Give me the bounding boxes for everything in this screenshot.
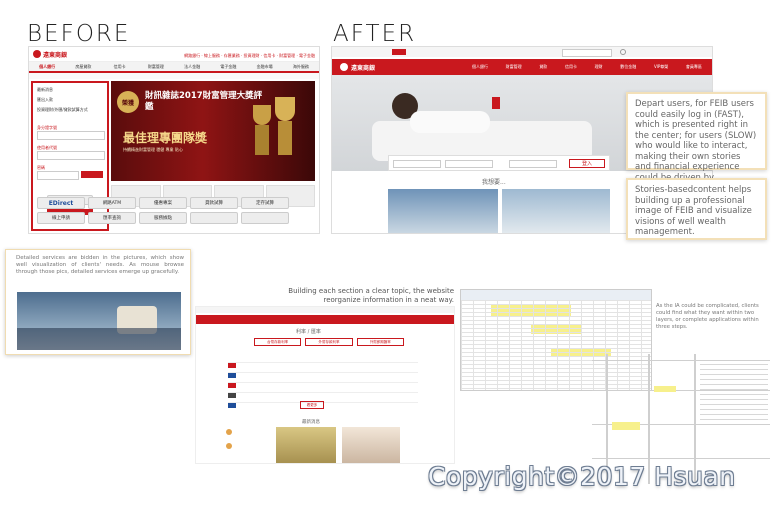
before-tab-2[interactable]: 信用卡 xyxy=(102,62,138,71)
before-logo-text: 遠東商銀 xyxy=(43,52,68,59)
rates-title: 利率 / 匯率 xyxy=(296,329,321,335)
shortcut-1[interactable]: 網路ATM xyxy=(88,197,136,209)
note-ia: As the IA could be complicated, clients … xyxy=(656,303,759,330)
table-row xyxy=(228,363,418,378)
rates-page-screenshot: 利率 / 匯率 台幣存款利率 外幣存款利率 外幣即期匯率 看更多 最新消息 xyxy=(195,306,455,464)
before-banner-sub: 持續精進財富管理 穩健 專業 貼心 xyxy=(123,147,183,152)
news-photo-bananas[interactable] xyxy=(276,427,336,463)
news-photo-family[interactable] xyxy=(342,427,400,463)
before-banner-title: 財訊雜誌2017財富管理大獎評鑑 xyxy=(145,91,263,112)
phone-shape xyxy=(492,97,500,109)
shortcut-0[interactable]: EDirect xyxy=(37,197,85,209)
services-overlay xyxy=(17,328,181,350)
after-nav-6[interactable]: VIP尊榮 xyxy=(654,59,668,75)
before-user-input[interactable] xyxy=(37,151,105,160)
before-tab-3[interactable]: 財富管理 xyxy=(138,62,174,71)
before-heading: BEFORE xyxy=(27,21,131,47)
note-clear-topic: Building each section a clear topic, the… xyxy=(288,287,454,304)
after-navbar: 遠東商銀 個人銀行 財富管理 貸款 信用卡 理財 數位金融 VIP尊榮 會員專區 xyxy=(332,59,712,75)
shortcut-8[interactable] xyxy=(190,212,238,224)
after-login-strip: 登入 xyxy=(388,155,610,171)
shortcut-4[interactable]: 定存試算 xyxy=(241,197,289,209)
shortcut-6[interactable]: 匯率查詢 xyxy=(88,212,136,224)
before-top-links[interactable]: 網路銀行 · 線上服務 · 存匯業務 · 投資理財 · 信用卡 · 財富管理 ·… xyxy=(119,53,315,58)
before-tab-4[interactable]: 法人金融 xyxy=(174,62,210,71)
table-row xyxy=(228,373,418,388)
rates-navbar xyxy=(196,315,454,324)
copyright-watermark: Copyright©2017 Hsuan xyxy=(428,462,736,491)
services-note-card: Detailed services are bidden in the pict… xyxy=(5,249,191,355)
after-logo-icon xyxy=(340,63,348,71)
before-login-item-2[interactable]: 投資理財/外匯/貸款試算方式 xyxy=(37,107,103,112)
after-section-title: 我想要... xyxy=(482,179,506,186)
before-banner-headline: 最佳理專團隊獎 xyxy=(123,131,208,145)
before-site-screenshot: 遠東商銀 網路銀行 · 線上服務 · 存匯業務 · 投資理財 · 信用卡 · 財… xyxy=(28,46,320,234)
note-stories: Stories-basedcontent helps building up a… xyxy=(626,178,767,240)
after-search-input[interactable] xyxy=(562,49,612,57)
table-row xyxy=(228,383,418,398)
before-password-label: 密碼 xyxy=(37,165,45,170)
shortcut-7[interactable]: 服務據點 xyxy=(139,212,187,224)
tree-leaf-list xyxy=(700,364,768,424)
after-login-button[interactable]: 登入 xyxy=(569,159,605,168)
after-nav-2[interactable]: 貸款 xyxy=(539,59,547,75)
after-nav-1[interactable]: 財富管理 xyxy=(506,59,522,75)
tree-highlight xyxy=(654,386,676,392)
shortcut-9[interactable] xyxy=(241,212,289,224)
award-badge: 榮獲 xyxy=(117,91,139,113)
before-captcha xyxy=(81,171,103,178)
before-login-item-0[interactable]: 最新消息 xyxy=(37,87,53,92)
shortcut-2[interactable]: 優惠專案 xyxy=(139,197,187,209)
story-photo-1[interactable] xyxy=(388,189,498,233)
before-login-item-1[interactable]: 匯出入款 xyxy=(37,97,53,102)
shortcut-5[interactable]: 線上申請 xyxy=(37,212,85,224)
news-dot xyxy=(226,443,232,449)
person-body xyxy=(410,111,490,133)
before-user-label: 使用者代號 xyxy=(37,145,57,150)
before-tab-5[interactable]: 電子金融 xyxy=(210,62,246,71)
note-depart-users: Depart users, for FEIB users could easil… xyxy=(626,92,767,193)
after-user-input[interactable] xyxy=(445,160,493,168)
before-tab-6[interactable]: 金融市場 xyxy=(247,62,283,71)
after-logo-text: 遠東商銀 xyxy=(351,65,376,72)
before-tab-1[interactable]: 房屋貸款 xyxy=(65,62,101,71)
before-id-input[interactable] xyxy=(37,131,105,140)
rates-tab-2[interactable]: 外幣即期匯率 xyxy=(356,338,404,346)
after-topbar-tab[interactable] xyxy=(392,49,406,55)
after-nav-5[interactable]: 數位金融 xyxy=(620,59,636,75)
before-banner[interactable]: 榮獲 財訊雜誌2017財富管理大獎評鑑 最佳理專團隊獎 持續精進財富管理 穩健 … xyxy=(111,81,315,181)
before-tab-7[interactable]: 海外服務 xyxy=(283,62,319,71)
rates-news-title: 最新消息 xyxy=(302,420,320,425)
after-heading: AFTER xyxy=(333,21,417,47)
after-nav-7[interactable]: 會員專區 xyxy=(686,59,702,75)
after-nav-0[interactable]: 個人銀行 xyxy=(472,59,488,75)
after-nav-4[interactable]: 理財 xyxy=(595,59,603,75)
after-password-input[interactable] xyxy=(509,160,557,168)
before-id-label: 身分證字號 xyxy=(37,125,57,130)
after-id-input[interactable] xyxy=(393,160,441,168)
shortcut-3[interactable]: 貸款試算 xyxy=(190,197,238,209)
note-stories-text: Stories-basedcontent helps building up a… xyxy=(635,185,752,237)
note-hidden-text: Detailed services are bidden in the pict… xyxy=(16,255,184,275)
before-tab-0[interactable]: 個人銀行 xyxy=(29,62,65,71)
rates-table xyxy=(228,353,418,408)
news-dot xyxy=(226,429,232,435)
after-nav-3[interactable]: 信用卡 xyxy=(565,59,577,75)
globe-icon[interactable] xyxy=(620,49,626,55)
tree-highlight xyxy=(612,422,640,430)
bank-logo-icon xyxy=(33,50,41,58)
services-photo[interactable] xyxy=(17,292,181,350)
table-row xyxy=(228,353,418,368)
rates-tab-1[interactable]: 外幣存款利率 xyxy=(305,338,353,346)
rates-tab-0[interactable]: 台幣存款利率 xyxy=(254,338,302,346)
story-photo-2[interactable] xyxy=(502,189,610,233)
before-password-input[interactable] xyxy=(37,171,79,180)
rates-more-button[interactable]: 看更多 xyxy=(300,401,324,409)
